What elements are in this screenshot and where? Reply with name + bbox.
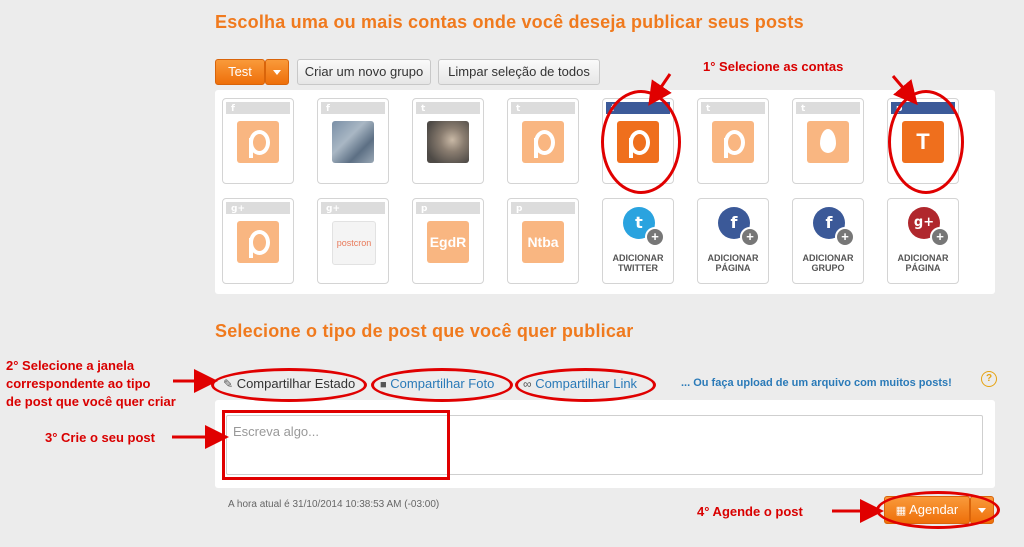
annotation-arrows	[172, 73, 918, 523]
arrow-step1-right	[891, 75, 918, 106]
arrow-step1-left	[648, 73, 672, 106]
